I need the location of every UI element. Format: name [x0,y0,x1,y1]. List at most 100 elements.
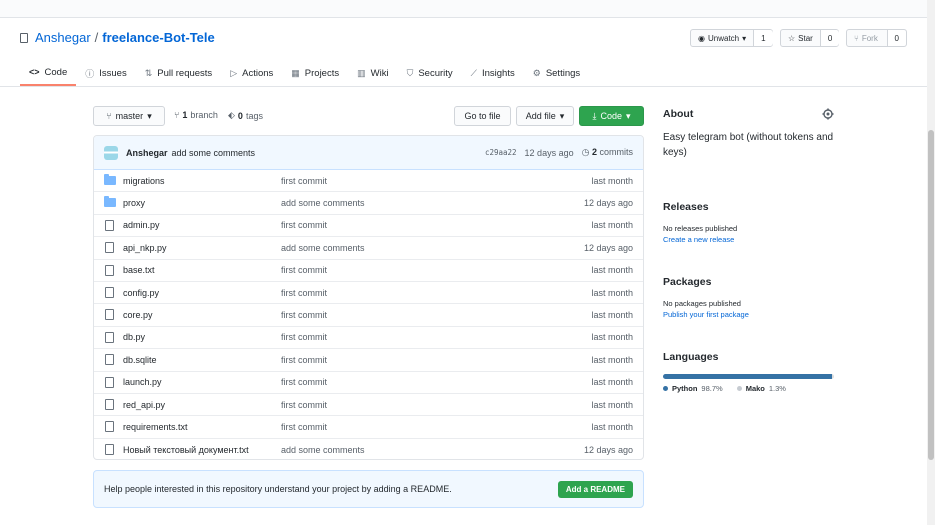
forks-count[interactable]: 0 [887,30,906,46]
play-icon: ▷ [230,67,238,78]
file-commit-message[interactable]: first commit [281,265,327,275]
file-name-link[interactable]: migrations [123,176,165,186]
commits-link[interactable]: ◷ 2 commits [582,147,633,158]
unwatch-button[interactable]: ◉ Unwatch ▾ [691,30,755,46]
branches-link[interactable]: ⑂ 1 branch [174,110,218,120]
file-commit-age: 12 days ago [583,242,633,253]
tab-security[interactable]: ⛉ Security [398,60,462,86]
graph-icon: ⟋ [470,67,477,78]
file-row[interactable]: db.sqlite first commit last month [94,349,643,372]
file-commit-message[interactable]: first commit [281,288,327,298]
file-commit-message[interactable]: first commit [281,400,327,410]
commit-message[interactable]: add some comments [172,148,256,158]
tab-issues[interactable]: ⓘ Issues [76,60,135,86]
repo-name-link[interactable]: freelance-Bot-Tele [102,30,214,45]
file-commit-message[interactable]: first commit [281,220,327,230]
folder-icon [104,174,116,185]
branch-icon: ⑂ [174,110,180,120]
create-release-link[interactable]: Create a new release [663,235,834,244]
file-name-link[interactable]: Новый текстовый документ.txt [123,445,249,455]
watch-button-group: ◉ Unwatch ▾ 1 [690,29,773,47]
watchers-count[interactable]: 1 [754,30,773,46]
file-name-link[interactable]: db.sqlite [123,355,157,365]
file-name-link[interactable]: requirements.txt [123,422,188,432]
file-commit-age: 12 days ago [583,444,633,455]
file-icon [105,443,114,455]
avatar[interactable] [104,145,118,160]
tab-actions[interactable]: ▷ Actions [221,60,282,86]
file-name-link[interactable]: api_nkp.py [123,243,167,253]
page-scrollbar[interactable] [927,0,935,525]
file-name-link[interactable]: db.py [123,332,145,342]
tags-count: 0 [237,110,243,121]
tab-label: Issues [99,67,127,79]
file-commit-message[interactable]: add some comments [281,243,365,253]
file-icon [105,354,114,366]
code-icon: <> [29,67,40,77]
file-commit-message[interactable]: first commit [281,355,327,365]
releases-status: No releases published [663,224,738,233]
file-commit-message[interactable]: first commit [281,310,327,320]
file-name-link[interactable]: config.py [123,288,159,298]
file-row[interactable]: config.py first commit last month [94,282,643,305]
file-name-link[interactable]: red_api.py [123,400,165,410]
tab-wiki[interactable]: ▥ Wiki [348,60,397,86]
tab-pull-requests[interactable]: ⇅ Pull requests [136,60,221,86]
code-download-button[interactable]: ⤓ Code ▾ [579,106,644,126]
file-commit-message[interactable]: add some comments [281,445,365,455]
tab-code[interactable]: <> Code [20,60,77,86]
file-commit-message[interactable]: first commit [281,422,327,432]
file-row[interactable]: launch.py first commit last month [94,372,643,394]
language-bar [663,374,834,379]
releases-title[interactable]: Releases [663,201,834,213]
file-name-link[interactable]: proxy [123,198,145,208]
file-name-link[interactable]: launch.py [123,377,162,387]
file-name-link[interactable]: core.py [123,310,153,320]
tab-settings[interactable]: ⚙ Settings [524,60,589,86]
language-percent: 1.3% [768,384,786,393]
file-row[interactable]: api_nkp.py add some comments 12 days ago [94,237,643,260]
commit-author[interactable]: Anshegar [126,148,168,158]
file-row[interactable]: base.txt first commit last month [94,260,643,282]
file-row[interactable]: red_api.py first commit last month [94,394,643,417]
file-row[interactable]: admin.py first commit last month [94,215,643,238]
tab-projects[interactable]: ▦ Projects [282,60,348,86]
star-button[interactable]: ☆ Star [781,30,821,46]
file-list: migrations first commit last month proxy add… [94,170,643,459]
gear-icon[interactable] [822,108,834,120]
file-commit-message[interactable]: first commit [281,332,327,342]
fork-button-group: ⑂ Fork 0 [846,29,907,47]
file-commit-message[interactable]: first commit [281,377,327,387]
file-row[interactable]: Новый текстовый документ.txt add some com… [94,439,643,459]
publish-package-link[interactable]: Publish your first package [663,310,834,319]
tab-label: Code [44,66,68,78]
add-file-button[interactable]: Add file ▾ [516,106,574,126]
go-to-file-button[interactable]: Go to file [454,106,511,126]
file-commit-message[interactable]: first commit [281,176,327,186]
file-name-link[interactable]: base.txt [123,265,155,275]
tab-label: Pull requests [157,67,213,79]
commit-age: 12 days ago [524,147,574,158]
file-browser: Anshegar add some comments c29aa22 12 da… [93,135,644,460]
languages-section: Languages [663,351,834,363]
fork-button[interactable]: ⑂ Fork [847,30,888,46]
language-item[interactable]: Mako 1.3% [736,384,786,393]
file-row[interactable]: migrations first commit last month [94,170,643,193]
file-commit-message[interactable]: add some comments [281,198,365,208]
file-commit-age: 12 days ago [583,198,633,209]
packages-title[interactable]: Packages [663,276,834,288]
stars-count[interactable]: 0 [820,30,840,46]
language-item[interactable]: Python 98.7% [663,384,723,393]
file-row[interactable]: db.py first commit last month [94,327,643,350]
file-row[interactable]: requirements.txt first commit last month [94,416,643,439]
branch-select-button[interactable]: ⑂ master ▾ [93,106,165,126]
tags-link[interactable]: ⬖ 0 tags [228,110,263,121]
file-name-link[interactable]: admin.py [123,220,160,230]
repo-owner-link[interactable]: Anshegar [35,30,91,45]
file-row[interactable]: proxy add some comments 12 days ago [94,192,643,215]
file-row[interactable]: core.py first commit last month [94,304,643,327]
tab-insights[interactable]: ⟋ Insights [462,60,524,86]
scrollbar-thumb[interactable] [928,130,934,460]
add-readme-button[interactable]: Add a README [557,481,633,498]
commit-sha[interactable]: c29aa22 [485,148,517,157]
